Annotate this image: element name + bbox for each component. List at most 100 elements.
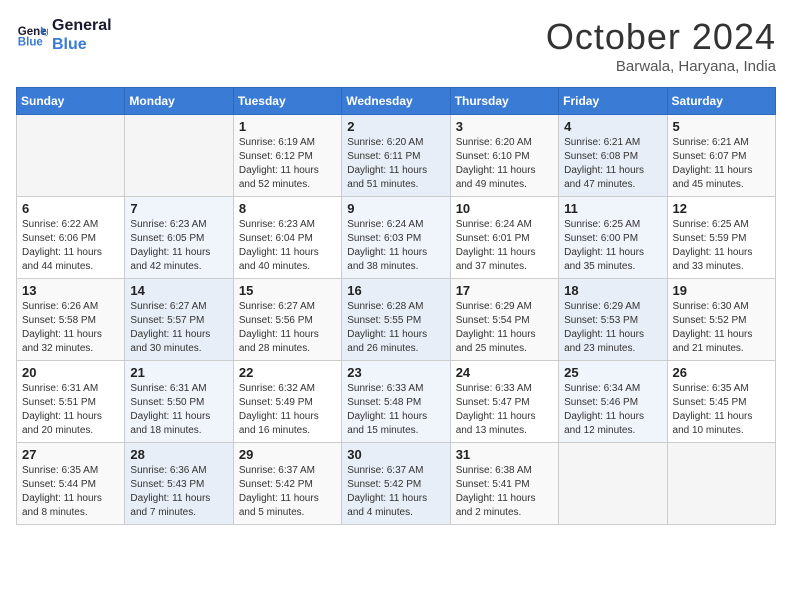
calendar-cell: 8 Sunrise: 6:23 AM Sunset: 6:04 PM Daylig… — [233, 197, 341, 279]
week-row-1: 6 Sunrise: 6:22 AM Sunset: 6:06 PM Daylig… — [17, 197, 776, 279]
day-info: Sunrise: 6:27 AM Sunset: 5:57 PM Dayligh… — [130, 300, 227, 356]
logo-text-block: General Blue — [52, 16, 112, 54]
day-number: 29 — [239, 447, 336, 462]
day-info: Sunrise: 6:32 AM Sunset: 5:49 PM Dayligh… — [239, 382, 336, 438]
day-info: Sunrise: 6:21 AM Sunset: 6:08 PM Dayligh… — [564, 136, 661, 192]
day-info: Sunrise: 6:30 AM Sunset: 5:52 PM Dayligh… — [673, 300, 770, 356]
day-number: 10 — [456, 201, 553, 216]
day-number: 30 — [347, 447, 444, 462]
calendar-cell — [667, 443, 775, 525]
week-row-2: 13 Sunrise: 6:26 AM Sunset: 5:58 PM Dayli… — [17, 279, 776, 361]
day-number: 13 — [22, 283, 119, 298]
day-info: Sunrise: 6:37 AM Sunset: 5:42 PM Dayligh… — [239, 464, 336, 520]
calendar-cell: 29 Sunrise: 6:37 AM Sunset: 5:42 PM Dayli… — [233, 443, 341, 525]
day-number: 8 — [239, 201, 336, 216]
day-info: Sunrise: 6:26 AM Sunset: 5:58 PM Dayligh… — [22, 300, 119, 356]
logo-line2: Blue — [52, 35, 112, 54]
calendar-cell: 2Sunrise: 6:20 AM Sunset: 6:11 PM Daylig… — [342, 115, 450, 197]
calendar-cell: 17 Sunrise: 6:29 AM Sunset: 5:54 PM Dayli… — [450, 279, 558, 361]
calendar-cell: 6 Sunrise: 6:22 AM Sunset: 6:06 PM Daylig… — [17, 197, 125, 279]
day-info: Sunrise: 6:29 AM Sunset: 5:53 PM Dayligh… — [564, 300, 661, 356]
day-number: 31 — [456, 447, 553, 462]
calendar-cell — [125, 115, 233, 197]
calendar-cell: 10 Sunrise: 6:24 AM Sunset: 6:01 PM Dayli… — [450, 197, 558, 279]
title-block: October 2024 Barwala, Haryana, India — [546, 16, 776, 75]
header-day-thursday: Thursday — [450, 88, 558, 115]
day-info: Sunrise: 6:34 AM Sunset: 5:46 PM Dayligh… — [564, 382, 661, 438]
day-number: 7 — [130, 201, 227, 216]
day-number: 14 — [130, 283, 227, 298]
calendar-cell: 31 Sunrise: 6:38 AM Sunset: 5:41 PM Dayli… — [450, 443, 558, 525]
day-number: 12 — [673, 201, 770, 216]
day-number: 16 — [347, 283, 444, 298]
day-number: 11 — [564, 201, 661, 216]
day-info: Sunrise: 6:24 AM Sunset: 6:01 PM Dayligh… — [456, 218, 553, 274]
calendar-cell: 15Sunrise: 6:27 AM Sunset: 5:56 PM Dayli… — [233, 279, 341, 361]
calendar-cell — [559, 443, 667, 525]
calendar-cell: 28Sunrise: 6:36 AM Sunset: 5:43 PM Dayli… — [125, 443, 233, 525]
day-number: 24 — [456, 365, 553, 380]
day-info: Sunrise: 6:24 AM Sunset: 6:03 PM Dayligh… — [347, 218, 444, 274]
calendar-cell: 24 Sunrise: 6:33 AM Sunset: 5:47 PM Dayli… — [450, 361, 558, 443]
day-info: Sunrise: 6:22 AM Sunset: 6:06 PM Dayligh… — [22, 218, 119, 274]
week-row-4: 27 Sunrise: 6:35 AM Sunset: 5:44 PM Dayli… — [17, 443, 776, 525]
logo-line1: General — [52, 16, 112, 35]
day-info: Sunrise: 6:19 AM Sunset: 6:12 PM Dayligh… — [239, 136, 336, 192]
calendar-cell: 27 Sunrise: 6:35 AM Sunset: 5:44 PM Dayli… — [17, 443, 125, 525]
day-number: 5 — [673, 119, 770, 134]
day-info: Sunrise: 6:28 AM Sunset: 5:55 PM Dayligh… — [347, 300, 444, 356]
day-number: 23 — [347, 365, 444, 380]
calendar-cell — [17, 115, 125, 197]
day-info: Sunrise: 6:23 AM Sunset: 6:04 PM Dayligh… — [239, 218, 336, 274]
day-number: 20 — [22, 365, 119, 380]
location: Barwala, Haryana, India — [546, 58, 776, 75]
calendar-cell: 1Sunrise: 6:19 AM Sunset: 6:12 PM Daylig… — [233, 115, 341, 197]
calendar-cell: 26Sunrise: 6:35 AM Sunset: 5:45 PM Dayli… — [667, 361, 775, 443]
day-number: 17 — [456, 283, 553, 298]
calendar-cell: 14 Sunrise: 6:27 AM Sunset: 5:57 PM Dayli… — [125, 279, 233, 361]
day-number: 9 — [347, 201, 444, 216]
week-row-3: 20Sunrise: 6:31 AM Sunset: 5:51 PM Dayli… — [17, 361, 776, 443]
day-number: 26 — [673, 365, 770, 380]
header-day-friday: Friday — [559, 88, 667, 115]
day-info: Sunrise: 6:29 AM Sunset: 5:54 PM Dayligh… — [456, 300, 553, 356]
calendar-cell: 13 Sunrise: 6:26 AM Sunset: 5:58 PM Dayli… — [17, 279, 125, 361]
header-day-wednesday: Wednesday — [342, 88, 450, 115]
day-number: 27 — [22, 447, 119, 462]
day-number: 3 — [456, 119, 553, 134]
day-number: 25 — [564, 365, 661, 380]
day-info: Sunrise: 6:38 AM Sunset: 5:41 PM Dayligh… — [456, 464, 553, 520]
calendar-cell: 18 Sunrise: 6:29 AM Sunset: 5:53 PM Dayli… — [559, 279, 667, 361]
calendar-cell: 22 Sunrise: 6:32 AM Sunset: 5:49 PM Dayli… — [233, 361, 341, 443]
calendar-header: SundayMondayTuesdayWednesdayThursdayFrid… — [17, 88, 776, 115]
day-info: Sunrise: 6:25 AM Sunset: 6:00 PM Dayligh… — [564, 218, 661, 274]
calendar-cell: 30 Sunrise: 6:37 AM Sunset: 5:42 PM Dayli… — [342, 443, 450, 525]
calendar-table: SundayMondayTuesdayWednesdayThursdayFrid… — [16, 87, 776, 525]
day-number: 22 — [239, 365, 336, 380]
calendar-cell: 11 Sunrise: 6:25 AM Sunset: 6:00 PM Dayli… — [559, 197, 667, 279]
day-number: 28 — [130, 447, 227, 462]
calendar-cell: 25 Sunrise: 6:34 AM Sunset: 5:46 PM Dayli… — [559, 361, 667, 443]
header-day-tuesday: Tuesday — [233, 88, 341, 115]
day-info: Sunrise: 6:33 AM Sunset: 5:48 PM Dayligh… — [347, 382, 444, 438]
header-day-monday: Monday — [125, 88, 233, 115]
calendar-cell: 5Sunrise: 6:21 AM Sunset: 6:07 PM Daylig… — [667, 115, 775, 197]
day-number: 21 — [130, 365, 227, 380]
calendar-cell: 12Sunrise: 6:25 AM Sunset: 5:59 PM Dayli… — [667, 197, 775, 279]
day-info: Sunrise: 6:37 AM Sunset: 5:42 PM Dayligh… — [347, 464, 444, 520]
day-number: 6 — [22, 201, 119, 216]
day-info: Sunrise: 6:20 AM Sunset: 6:11 PM Dayligh… — [347, 136, 444, 192]
logo-icon: General Blue — [16, 19, 48, 51]
header-row: SundayMondayTuesdayWednesdayThursdayFrid… — [17, 88, 776, 115]
month-title: October 2024 — [546, 16, 776, 58]
day-info: Sunrise: 6:35 AM Sunset: 5:44 PM Dayligh… — [22, 464, 119, 520]
day-info: Sunrise: 6:33 AM Sunset: 5:47 PM Dayligh… — [456, 382, 553, 438]
day-number: 4 — [564, 119, 661, 134]
calendar-cell: 19Sunrise: 6:30 AM Sunset: 5:52 PM Dayli… — [667, 279, 775, 361]
calendar-cell: 9 Sunrise: 6:24 AM Sunset: 6:03 PM Daylig… — [342, 197, 450, 279]
calendar-cell: 16 Sunrise: 6:28 AM Sunset: 5:55 PM Dayli… — [342, 279, 450, 361]
calendar-cell: 3Sunrise: 6:20 AM Sunset: 6:10 PM Daylig… — [450, 115, 558, 197]
day-number: 18 — [564, 283, 661, 298]
calendar-cell: 7Sunrise: 6:23 AM Sunset: 6:05 PM Daylig… — [125, 197, 233, 279]
calendar-body: 1Sunrise: 6:19 AM Sunset: 6:12 PM Daylig… — [17, 115, 776, 525]
